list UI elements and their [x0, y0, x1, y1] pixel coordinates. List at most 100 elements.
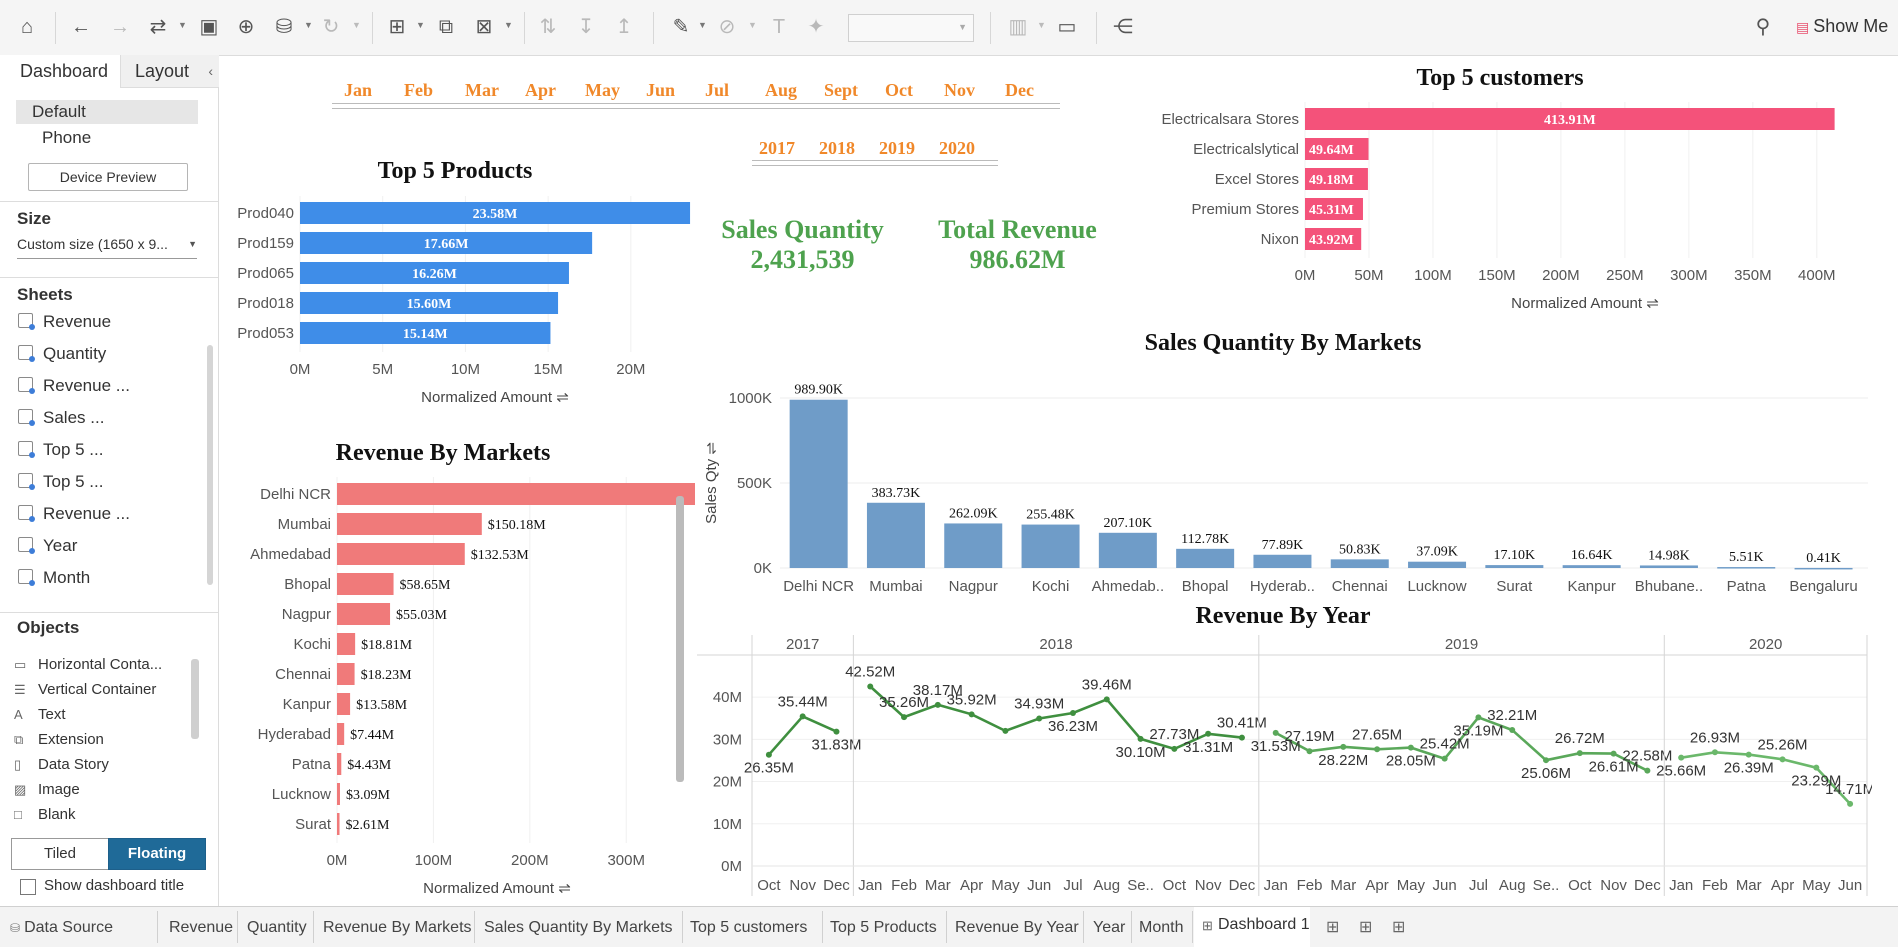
sort-ascending-icon[interactable]: ↧: [573, 14, 599, 40]
sheet-item[interactable]: Top 5 ...: [18, 439, 103, 461]
sheet-item[interactable]: Quantity: [18, 343, 106, 365]
share-icon[interactable]: ⋲: [1110, 14, 1136, 40]
year-item[interactable]: 2019: [879, 138, 915, 159]
month-item[interactable]: Aug: [765, 80, 797, 101]
month-item[interactable]: Sept: [824, 80, 858, 101]
new-sheet-icon[interactable]: ⊞: [384, 14, 410, 40]
sheet-item[interactable]: Revenue: [18, 311, 111, 333]
new-dashboard-icon[interactable]: ⊞: [1357, 915, 1374, 941]
object-item[interactable]: ▨ Image: [14, 780, 80, 800]
chevron-down-icon[interactable]: ▼: [698, 20, 707, 30]
object-item[interactable]: ⧉ Extension: [14, 730, 104, 750]
swap-icon[interactable]: ⇅: [535, 14, 561, 40]
x-tick-label: Bengaluru: [1789, 578, 1857, 595]
chart-scrollbar[interactable]: [676, 496, 684, 782]
month-item[interactable]: Oct: [885, 80, 913, 101]
collapse-icon[interactable]: ‹: [208, 55, 213, 87]
category-label: Kochi: [293, 636, 331, 653]
month-item[interactable]: Mar: [465, 80, 499, 101]
fit-dropdown[interactable]: ▼: [848, 14, 974, 42]
month-item[interactable]: Jul: [705, 80, 729, 101]
chevron-down-icon: ▼: [958, 22, 967, 32]
refresh-icon[interactable]: ↻: [318, 14, 344, 40]
month-item[interactable]: Feb: [404, 80, 433, 101]
size-dropdown[interactable]: Custom size (1650 x 9... ▼: [17, 236, 197, 259]
month-item[interactable]: Dec: [1005, 80, 1034, 101]
chevron-down-icon[interactable]: ▼: [178, 20, 187, 30]
device-default[interactable]: Default: [16, 100, 198, 124]
chevron-down-icon[interactable]: ▼: [504, 20, 513, 30]
object-item[interactable]: A Text: [14, 705, 66, 725]
object-item[interactable]: □ Blank: [14, 805, 76, 825]
sort-descending-icon[interactable]: ↥: [611, 14, 637, 40]
sheet-item[interactable]: Top 5 ...: [18, 471, 103, 493]
new-datasource-icon[interactable]: ⊕: [233, 14, 259, 40]
data-label: 49.18M: [1309, 173, 1354, 188]
device-preview-button[interactable]: Device Preview: [28, 163, 188, 191]
show-title-checkbox[interactable]: [20, 879, 36, 895]
tab-layout[interactable]: Layout ‹: [120, 55, 219, 88]
month-item[interactable]: Jan: [344, 80, 372, 101]
month-item[interactable]: Apr: [525, 80, 556, 101]
tab-sales-qty-by-markets[interactable]: Sales Quantity By Markets: [482, 915, 675, 941]
tab-year[interactable]: Year: [1091, 915, 1127, 941]
show-cards-icon[interactable]: ▥: [1005, 14, 1031, 40]
month-item[interactable]: Nov: [944, 80, 975, 101]
tab-revenue[interactable]: Revenue: [167, 915, 235, 941]
tab-revenue-by-year[interactable]: Revenue By Year: [953, 915, 1081, 941]
format-painter-icon[interactable]: ⚲: [1750, 14, 1776, 40]
sheet-item[interactable]: Year: [18, 535, 77, 557]
tab-quantity[interactable]: Quantity: [245, 915, 309, 941]
floating-toggle[interactable]: Floating: [108, 838, 206, 870]
new-worksheet-icon[interactable]: ⊞: [1324, 915, 1341, 941]
x-tick-label: Aug: [1499, 877, 1526, 894]
object-item[interactable]: ▯ Data Story: [14, 755, 109, 775]
year-item[interactable]: 2018: [819, 138, 855, 159]
year-item[interactable]: 2017: [759, 138, 795, 159]
data-label: 27.65M: [1352, 726, 1402, 743]
sheet-item[interactable]: Month: [18, 567, 90, 589]
chevron-down-icon[interactable]: ▼: [416, 20, 425, 30]
tab-top5-products[interactable]: Top 5 Products: [828, 915, 939, 941]
data-label: $2.61M: [346, 818, 391, 833]
clear-sheet-icon[interactable]: ⊠: [471, 14, 497, 40]
tab-data-source[interactable]: ⛁ Data Source: [8, 915, 115, 941]
objects-scrollbar[interactable]: [191, 649, 199, 819]
label-icon[interactable]: T: [766, 14, 792, 40]
x-tick-label: May: [1397, 877, 1426, 894]
month-item[interactable]: Jun: [646, 80, 675, 101]
pause-updates-icon[interactable]: ⛁: [271, 14, 297, 40]
duplicate-icon[interactable]: ⧉: [433, 14, 459, 40]
sheets-scrollbar[interactable]: [207, 345, 213, 585]
tab-dashboard[interactable]: Dashboard: [0, 55, 120, 89]
object-item[interactable]: ☰ Vertical Container: [14, 680, 156, 700]
tiled-toggle[interactable]: Tiled: [11, 838, 109, 870]
redo-icon[interactable]: →: [107, 14, 133, 40]
chevron-down-icon[interactable]: ▼: [352, 20, 361, 30]
device-phone[interactable]: Phone: [42, 128, 91, 148]
tab-revenue-by-markets[interactable]: Revenue By Markets: [321, 915, 474, 941]
home-icon[interactable]: ⌂: [14, 14, 40, 40]
sheet-item[interactable]: Revenue ...: [18, 375, 130, 397]
year-item[interactable]: 2020: [939, 138, 975, 159]
save-icon[interactable]: ▣: [196, 14, 222, 40]
tab-top5-customers[interactable]: Top 5 customers: [688, 915, 809, 941]
new-story-icon[interactable]: ⊞: [1390, 915, 1407, 941]
show-me-button[interactable]: ▤ Show Me: [1796, 16, 1888, 37]
chevron-down-icon[interactable]: ▼: [304, 20, 313, 30]
highlight-icon[interactable]: ✎: [668, 14, 694, 40]
tab-month[interactable]: Month: [1137, 915, 1185, 941]
chevron-down-icon[interactable]: ▼: [1037, 20, 1046, 30]
sheet-item[interactable]: Revenue ...: [18, 503, 130, 525]
undo-icon[interactable]: ←: [68, 14, 94, 40]
bar: [337, 693, 351, 715]
object-item[interactable]: ▭ Horizontal Conta...: [14, 655, 162, 675]
chevron-down-icon[interactable]: ▼: [748, 20, 757, 30]
replay-icon[interactable]: ⇄: [145, 14, 171, 40]
group-icon[interactable]: ⊘: [714, 14, 740, 40]
presentation-icon[interactable]: ▭: [1054, 14, 1080, 40]
pin-icon[interactable]: ✦: [803, 14, 829, 40]
tab-dashboard-1[interactable]: ⊞ Dashboard 1: [1194, 907, 1310, 947]
sheet-item[interactable]: Sales ...: [18, 407, 104, 429]
month-item[interactable]: May: [585, 80, 620, 101]
